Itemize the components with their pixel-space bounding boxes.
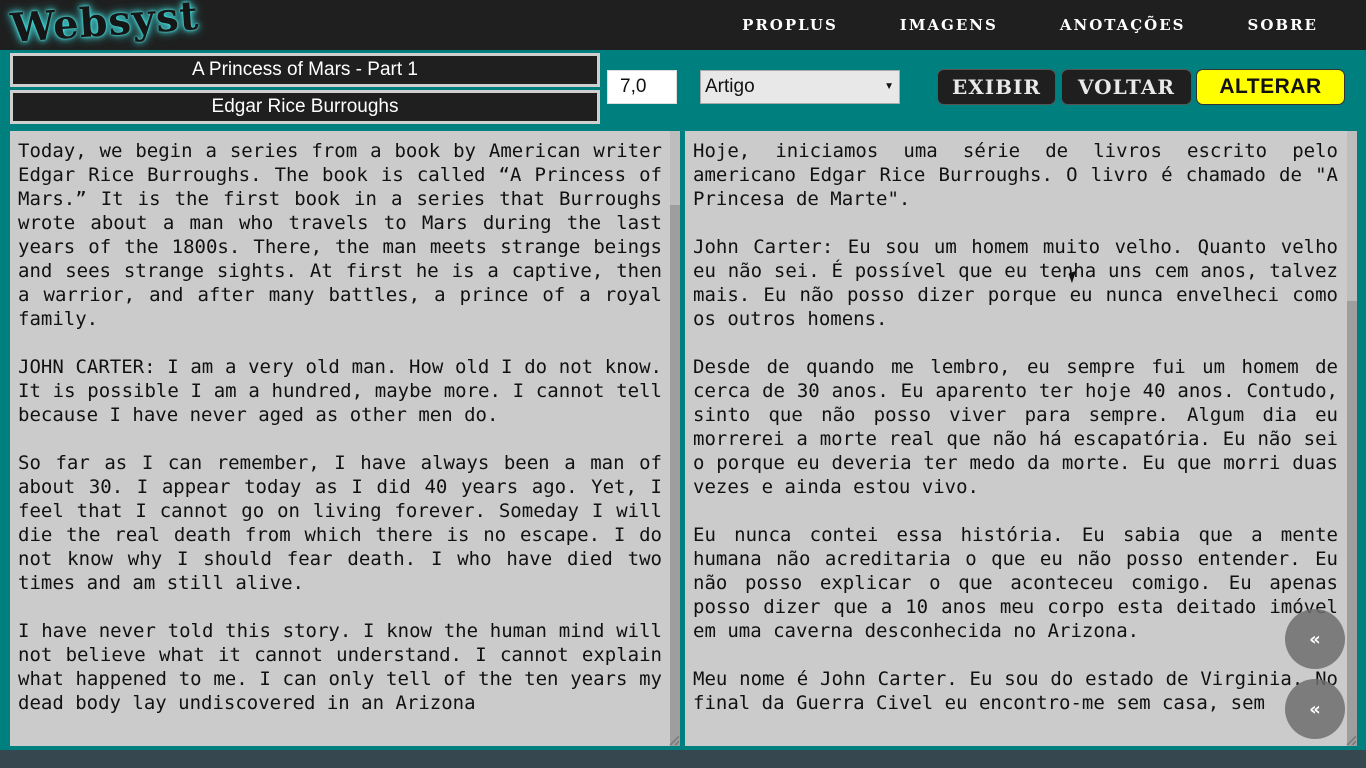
nav-imagens[interactable]: IMAGENS <box>900 16 998 34</box>
title-field[interactable]: A Princess of Mars - Part 1 <box>10 53 600 87</box>
scrollbar-track[interactable] <box>670 131 680 746</box>
text-paragraph: I have never told this story. I know the… <box>18 620 662 714</box>
text-paragraph: Desde de quando me lembro, eu sempre fui… <box>693 356 1338 498</box>
resize-handle-icon[interactable] <box>1346 735 1356 745</box>
scrollbar-track[interactable] <box>1347 131 1357 746</box>
english-text: Today, we begin a series from a book by … <box>18 139 662 739</box>
top-bar: Websyst PROPLUS IMAGENS ANOTAÇÕES SOBRE <box>0 0 1366 52</box>
resize-handle-icon[interactable] <box>669 735 679 745</box>
text-paragraph: John Carter: Eu sou um homem muito velho… <box>693 236 1338 330</box>
text-paragraph: Today, we begin a series from a book by … <box>18 140 662 330</box>
logo[interactable]: Websyst <box>9 0 201 52</box>
author-field[interactable]: Edgar Rice Burroughs <box>10 90 600 124</box>
text-paragraph: JOHN CARTER: I am a very old man. How ol… <box>18 356 662 426</box>
nav-anotacoes[interactable]: ANOTAÇÕES <box>1060 16 1186 34</box>
level-input[interactable]: 7,0 <box>607 70 677 104</box>
scrollbar-thumb[interactable] <box>1347 301 1357 746</box>
edit-button[interactable]: ALTERAR <box>1196 69 1345 105</box>
main-nav: PROPLUS IMAGENS ANOTAÇÕES SOBRE <box>742 0 1366 50</box>
english-textarea[interactable]: Today, we begin a series from a book by … <box>10 131 680 746</box>
portuguese-textarea[interactable]: Hoje, iniciamos uma série de livros escr… <box>685 131 1357 746</box>
nav-proplus[interactable]: PROPLUS <box>742 16 838 34</box>
rewind-icon[interactable]: « <box>1285 679 1345 739</box>
text-paragraph: Hoje, iniciamos uma série de livros escr… <box>693 140 1338 210</box>
type-select[interactable]: Artigo ▼ <box>700 70 900 104</box>
portuguese-text: Hoje, iniciamos uma série de livros escr… <box>693 139 1338 739</box>
type-select-value: Artigo <box>705 76 755 97</box>
rewind-icon[interactable]: « <box>1285 609 1345 669</box>
text-paragraph: Meu nome é John Carter. Eu sou do estado… <box>693 668 1338 714</box>
show-button[interactable]: EXIBIR <box>937 69 1056 105</box>
dropdown-arrow-icon: ▼ <box>884 81 894 92</box>
nav-sobre[interactable]: SOBRE <box>1248 16 1318 34</box>
scrollbar-thumb[interactable] <box>670 205 680 746</box>
text-paragraph: Eu nunca contei essa história. Eu sabia … <box>693 524 1338 642</box>
bottom-bar <box>0 750 1366 768</box>
text-paragraph: So far as I can remember, I have always … <box>18 452 662 594</box>
back-button[interactable]: VOLTAR <box>1061 69 1192 105</box>
